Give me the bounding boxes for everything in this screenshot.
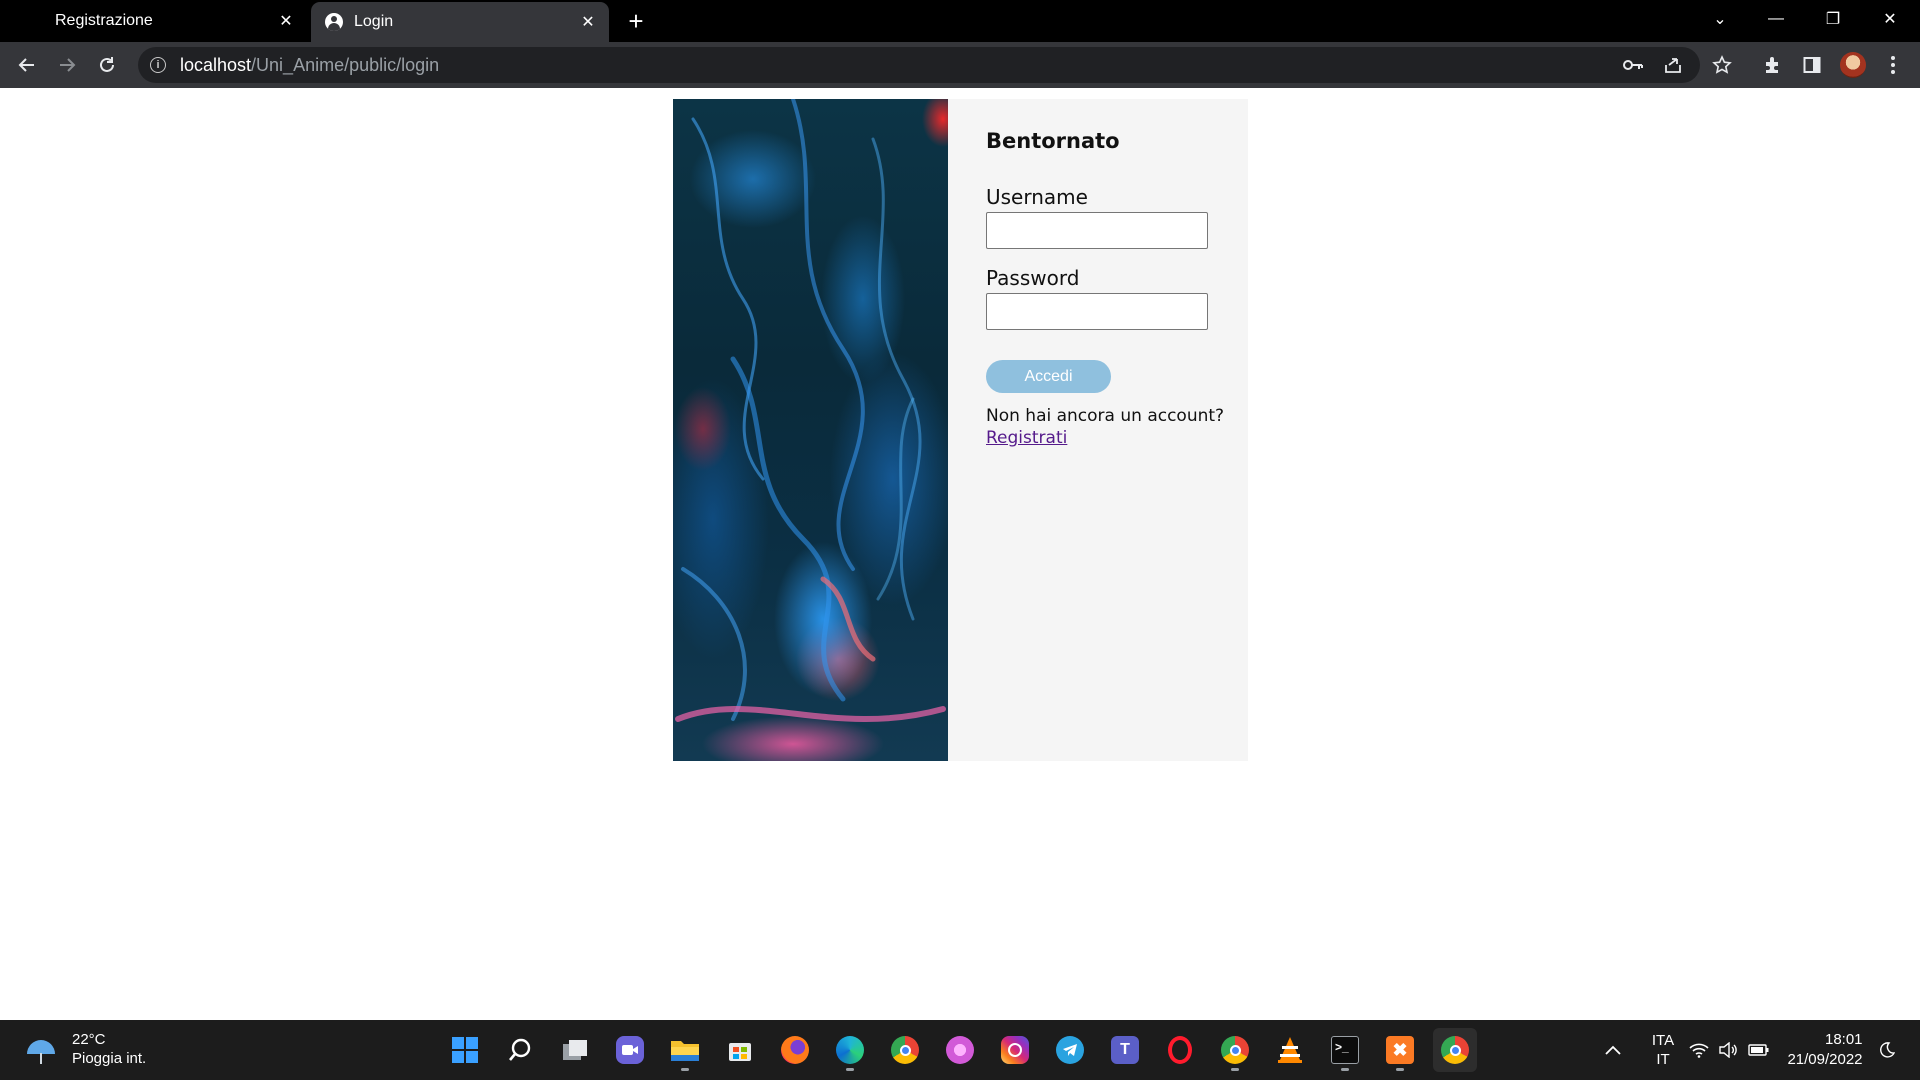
close-icon[interactable]: ✕ <box>579 13 597 31</box>
instagram-icon[interactable] <box>993 1028 1037 1072</box>
chrome-profile-icon[interactable] <box>1213 1028 1257 1072</box>
address-bar[interactable]: i localhost/Uni_Anime/public/login <box>138 47 1700 83</box>
login-card: Bentornato Username Password Accedi Non … <box>673 99 1248 761</box>
taskbar: 22°C Pioggia int. T >_ ✖ ITA IT 18:01 21… <box>0 1020 1920 1080</box>
chrome-active-icon[interactable] <box>1433 1028 1477 1072</box>
vlc-icon[interactable] <box>1268 1028 1312 1072</box>
language-line1: ITA <box>1651 1032 1675 1049</box>
teams-icon[interactable]: T <box>1103 1028 1147 1072</box>
language-line2: IT <box>1656 1051 1670 1068</box>
new-tab-button[interactable]: + <box>622 8 650 36</box>
username-input[interactable] <box>986 212 1208 249</box>
input-language[interactable]: ITA IT <box>1638 1020 1688 1080</box>
xampp-icon[interactable]: ✖ <box>1378 1028 1422 1072</box>
weather-temperature: 22°C <box>72 1031 106 1048</box>
battery-icon[interactable] <box>1744 1020 1774 1080</box>
smoke-illustration <box>673 99 948 761</box>
tab-login[interactable]: Login ✕ <box>311 2 609 42</box>
browser-toolbar: i localhost/Uni_Anime/public/login <box>0 42 1920 88</box>
form-title: Bentornato <box>986 129 1120 153</box>
weather-widget[interactable]: 22°C Pioggia int. <box>24 1030 146 1068</box>
extensions-icon[interactable] <box>1757 50 1787 80</box>
wifi-icon[interactable] <box>1684 1020 1714 1080</box>
close-icon[interactable]: ✕ <box>277 12 295 30</box>
store-icon[interactable] <box>718 1028 762 1072</box>
password-label: Password <box>986 266 1080 290</box>
url-host: localhost <box>180 54 252 75</box>
edge-icon[interactable] <box>828 1028 872 1072</box>
login-button[interactable]: Accedi <box>986 360 1111 393</box>
telegram-icon[interactable] <box>1048 1028 1092 1072</box>
arrow-right-icon <box>60 58 76 72</box>
key-icon[interactable] <box>1618 47 1648 83</box>
chevron-up-icon[interactable] <box>1598 1020 1628 1080</box>
weather-condition: Pioggia int. <box>72 1050 147 1067</box>
page-content: Bentornato Username Password Accedi Non … <box>0 88 1920 1020</box>
window-close-button[interactable]: ✕ <box>1862 0 1918 38</box>
username-label: Username <box>986 185 1088 209</box>
clock-date: 21/09/2022 <box>1787 1051 1863 1068</box>
focus-moon-icon[interactable] <box>1872 1020 1902 1080</box>
side-panel-icon[interactable] <box>1797 50 1827 80</box>
task-view-icon[interactable] <box>553 1028 597 1072</box>
info-icon[interactable]: i <box>150 57 166 73</box>
chrome-icon[interactable] <box>883 1028 927 1072</box>
more-vertical-icon <box>1891 56 1895 74</box>
star-icon[interactable] <box>1707 50 1737 80</box>
arrow-left-icon <box>18 58 34 72</box>
menu-button[interactable] <box>1878 50 1908 80</box>
pink-app-icon[interactable] <box>938 1028 982 1072</box>
terminal-icon[interactable]: >_ <box>1323 1028 1367 1072</box>
share-icon[interactable] <box>1658 47 1688 83</box>
signup-prompt: Non hai ancora un account? Registrati <box>986 405 1224 449</box>
forward-button[interactable] <box>52 50 82 80</box>
password-input[interactable] <box>986 293 1208 330</box>
restore-button[interactable]: ❐ <box>1805 0 1861 38</box>
signup-link[interactable]: Registrati <box>986 428 1067 448</box>
tab-label: Registrazione <box>55 12 153 29</box>
avatar <box>1840 52 1866 78</box>
volume-icon[interactable] <box>1714 1020 1744 1080</box>
smoke-wisps <box>675 99 946 722</box>
signup-prompt-text: Non hai ancora un account? <box>986 406 1225 426</box>
rain-umbrella-icon <box>24 1032 58 1066</box>
profile-avatar[interactable] <box>1838 50 1868 80</box>
file-explorer-icon[interactable] <box>663 1028 707 1072</box>
windows-start-icon[interactable] <box>443 1028 487 1072</box>
browser-tab-strip: Registrazione ✕ Login ✕ + ⌄ — ❐ ✕ <box>0 0 1920 42</box>
reload-button[interactable] <box>92 50 122 80</box>
login-form: Bentornato Username Password Accedi Non … <box>948 99 1248 761</box>
firefox-icon[interactable] <box>773 1028 817 1072</box>
search-icon[interactable] <box>498 1028 542 1072</box>
back-button[interactable] <box>12 50 42 80</box>
chat-icon[interactable] <box>608 1028 652 1072</box>
reload-icon <box>100 57 114 72</box>
tab-label: Login <box>354 13 394 30</box>
tab-search-button[interactable]: ⌄ <box>1692 0 1748 38</box>
tab-registrazione[interactable]: Registrazione ✕ <box>0 0 307 42</box>
system-clock[interactable]: 18:01 21/09/2022 <box>1782 1020 1868 1080</box>
clock-time: 18:01 <box>1824 1031 1863 1048</box>
user-favicon-icon <box>325 13 343 31</box>
opera-icon[interactable] <box>1158 1028 1202 1072</box>
minimize-button[interactable]: — <box>1748 0 1804 38</box>
url-path: /Uni_Anime/public/login <box>251 54 440 75</box>
